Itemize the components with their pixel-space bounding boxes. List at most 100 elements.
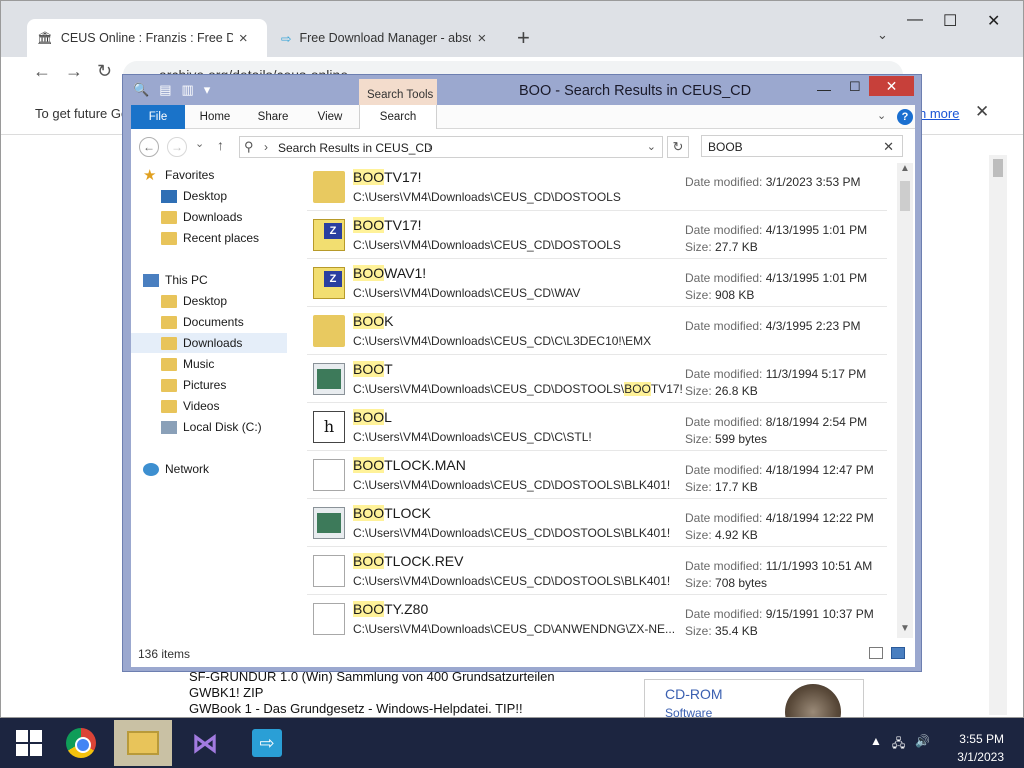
breadcrumb-location[interactable]: Search Results in CEUS_CD (278, 141, 433, 155)
visual-studio-icon: ⋈ (192, 728, 218, 758)
learn-more-link[interactable]: n more (919, 106, 959, 121)
nav-recent-places[interactable]: Recent places (161, 228, 259, 248)
network-tray-icon[interactable]: 🖧 (892, 734, 905, 755)
nav-favorites[interactable]: ★ Favorites (143, 165, 214, 185)
result-date: Date modified: 4/3/1995 2:23 PM (685, 319, 860, 333)
nav-label: Documents (183, 315, 244, 329)
properties-icon[interactable]: ▤ (159, 82, 171, 98)
nav-local-disk[interactable]: Local Disk (C:) (161, 417, 262, 437)
scroll-up-icon[interactable]: ▲ (900, 163, 910, 174)
up-button[interactable]: ↑ (217, 137, 224, 153)
tab-search[interactable]: Search (359, 105, 437, 129)
recent-locations-button[interactable]: ⌄ (195, 137, 204, 150)
explorer-search-box[interactable]: BOOB ✕ (701, 135, 903, 157)
tab-view[interactable]: View (305, 105, 355, 129)
collection-box[interactable]: CD-ROM Software (644, 679, 864, 717)
scroll-down-icon[interactable]: ▼ (900, 623, 910, 634)
new-tab-button[interactable]: + (517, 25, 530, 51)
tab-close-icon[interactable]: × (239, 30, 248, 47)
page-scrollbar[interactable] (989, 155, 1007, 715)
result-row[interactable]: BOOK C:\Users\VM4\Downloads\CEUS_CD\C\L3D… (307, 307, 887, 355)
system-clock[interactable]: 3:55 PM 3/1/2023 (944, 730, 1004, 766)
clear-search-button[interactable]: ✕ (883, 139, 894, 155)
tab-file[interactable]: File (131, 105, 185, 129)
nav-this-pc[interactable]: This PC (143, 270, 208, 290)
results-scrollbar[interactable]: ▲ ▼ (897, 163, 913, 638)
tab-close-icon[interactable]: × (477, 30, 486, 47)
tab-free-download-manager[interactable]: ⇨ Free Download Manager - absolu × (271, 19, 507, 57)
result-row[interactable]: BOOTLOCK C:\Users\VM4\Downloads\CEUS_CD\D… (307, 499, 887, 547)
result-row[interactable]: BOOTV17! C:\Users\VM4\Downloads\CEUS_CD\D… (307, 211, 887, 259)
large-icons-view-icon[interactable] (891, 647, 905, 659)
result-row[interactable]: BOOWAV1! C:\Users\VM4\Downloads\CEUS_CD\W… (307, 259, 887, 307)
folder-icon (161, 399, 177, 413)
explorer-window-title: BOO - Search Results in CEUS_CD (519, 83, 752, 99)
help-icon[interactable]: ? (897, 109, 913, 125)
tab-home[interactable]: Home (189, 105, 241, 129)
address-dropdown-icon[interactable]: ⌄ (647, 140, 656, 153)
browser-close-button[interactable]: ✕ (987, 11, 1000, 31)
result-path: C:\Users\VM4\Downloads\CEUS_CD\C\L3DEC10… (353, 334, 651, 348)
nav-favorites-desktop[interactable]: Desktop (161, 186, 227, 206)
date-modified-label: Date modified: (685, 319, 766, 333)
breadcrumb-separator[interactable]: › (428, 140, 432, 154)
refresh-button[interactable]: ↻ (667, 136, 689, 158)
result-row[interactable]: BOOTLOCK.REV C:\Users\VM4\Downloads\CEUS_… (307, 547, 887, 595)
nav-desktop[interactable]: Desktop (161, 291, 227, 311)
explorer-minimize-button[interactable]: — (817, 81, 837, 97)
result-date: Date modified: 3/1/2023 3:53 PM (685, 175, 860, 189)
breadcrumb-separator[interactable]: › (264, 140, 268, 154)
nav-downloads[interactable]: Downloads (131, 333, 287, 353)
explorer-back-button[interactable]: ← (139, 137, 159, 157)
collection-subtitle[interactable]: Software (665, 706, 712, 717)
tab-search-button[interactable]: ⌄ (877, 27, 888, 43)
details-view-icon[interactable] (869, 647, 883, 659)
page-scrollbar-thumb[interactable] (993, 159, 1003, 177)
nav-videos[interactable]: Videos (161, 396, 219, 416)
result-row[interactable]: BOOTY.Z80 C:\Users\VM4\Downloads\CEUS_CD\… (307, 595, 887, 638)
explorer-address-bar[interactable]: ⚲ › Search Results in CEUS_CD › ⌄ (239, 136, 663, 158)
tray-overflow-icon[interactable]: ▲ (870, 734, 882, 755)
new-folder-icon[interactable]: ▥ (181, 82, 193, 98)
explorer-window: 🔍 ▤ ▥ ▾ Search Tools BOO - Search Result… (122, 74, 922, 672)
back-button[interactable]: ← (33, 61, 51, 82)
start-button[interactable] (0, 720, 58, 766)
nav-documents[interactable]: Documents (161, 312, 244, 332)
search-icon[interactable]: 🔍 (133, 82, 149, 98)
collection-image[interactable] (785, 684, 841, 717)
tab-ceus-online[interactable]: 🏛 CEUS Online : Franzis : Free Dow × (27, 19, 267, 57)
taskbar-visual-studio[interactable]: ⋈ (176, 720, 234, 766)
result-row[interactable]: BOOTLOCK.MAN C:\Users\VM4\Downloads\CEUS_… (307, 451, 887, 499)
customize-qat-icon[interactable]: ▾ (204, 82, 211, 98)
reload-button[interactable]: ↻ (97, 61, 112, 82)
nav-label: Desktop (183, 294, 228, 308)
date-modified-value: 4/3/1995 2:23 PM (765, 319, 861, 333)
nav-network[interactable]: Network (143, 459, 209, 479)
result-row[interactable]: BOOTV17! C:\Users\VM4\Downloads\CEUS_CD\D… (307, 163, 887, 211)
forward-button[interactable]: → (65, 61, 83, 82)
browser-minimize-button[interactable]: — (907, 11, 923, 29)
search-input[interactable]: BOOB (708, 140, 743, 154)
nav-favorites-downloads[interactable]: Downloads (161, 207, 242, 227)
nav-pictures[interactable]: Pictures (161, 375, 226, 395)
taskbar-file-explorer[interactable] (114, 720, 172, 766)
result-path: C:\Users\VM4\Downloads\CEUS_CD\DOSTOOLS (353, 190, 621, 204)
taskbar-chrome[interactable] (52, 720, 110, 766)
explorer-maximize-button[interactable]: ☐ (849, 79, 869, 95)
result-row[interactable]: BOOT C:\Users\VM4\Downloads\CEUS_CD\DOSTO… (307, 355, 887, 403)
volume-icon[interactable]: 🔊 (915, 734, 930, 755)
collection-title[interactable]: CD-ROM (665, 686, 723, 702)
document-icon (313, 459, 345, 491)
results-scrollbar-thumb[interactable] (900, 181, 910, 211)
result-name-match: BOO (353, 457, 385, 473)
result-row[interactable]: h BOOL C:\Users\VM4\Downloads\CEUS_CD\C\ST… (307, 403, 887, 451)
info-bar-close-button[interactable]: ✕ (975, 102, 989, 122)
nav-music[interactable]: Music (161, 354, 214, 374)
browser-maximize-button[interactable]: ☐ (943, 11, 957, 31)
explorer-forward-button[interactable]: → (167, 137, 187, 157)
ribbon-expand-icon[interactable]: ⌄ (877, 109, 886, 122)
tab-share[interactable]: Share (247, 105, 299, 129)
taskbar-free-download-manager[interactable]: ⇨ (238, 720, 296, 766)
archive-favicon-icon: 🏛 (37, 30, 53, 45)
explorer-close-button[interactable]: ✕ (869, 76, 914, 96)
